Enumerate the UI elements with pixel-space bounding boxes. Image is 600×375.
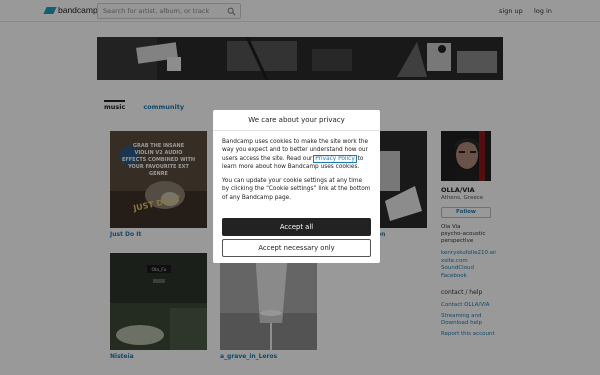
cookie-paragraph-1: Bandcamp uses cookies to make the site w… [222, 138, 371, 171]
cookie-consent-dialog: We care about your privacy Bandcamp uses… [213, 110, 380, 263]
dialog-body: Bandcamp uses cookies to make the site w… [213, 131, 380, 202]
cookie-paragraph-2: You can update your cookie settings at a… [222, 178, 371, 201]
privacy-policy-link[interactable]: Privacy Policy [313, 154, 357, 163]
accept-all-button[interactable]: Accept all [222, 218, 371, 236]
dialog-title: We care about your privacy [213, 110, 380, 131]
accept-necessary-button[interactable]: Accept necessary only [222, 239, 371, 257]
